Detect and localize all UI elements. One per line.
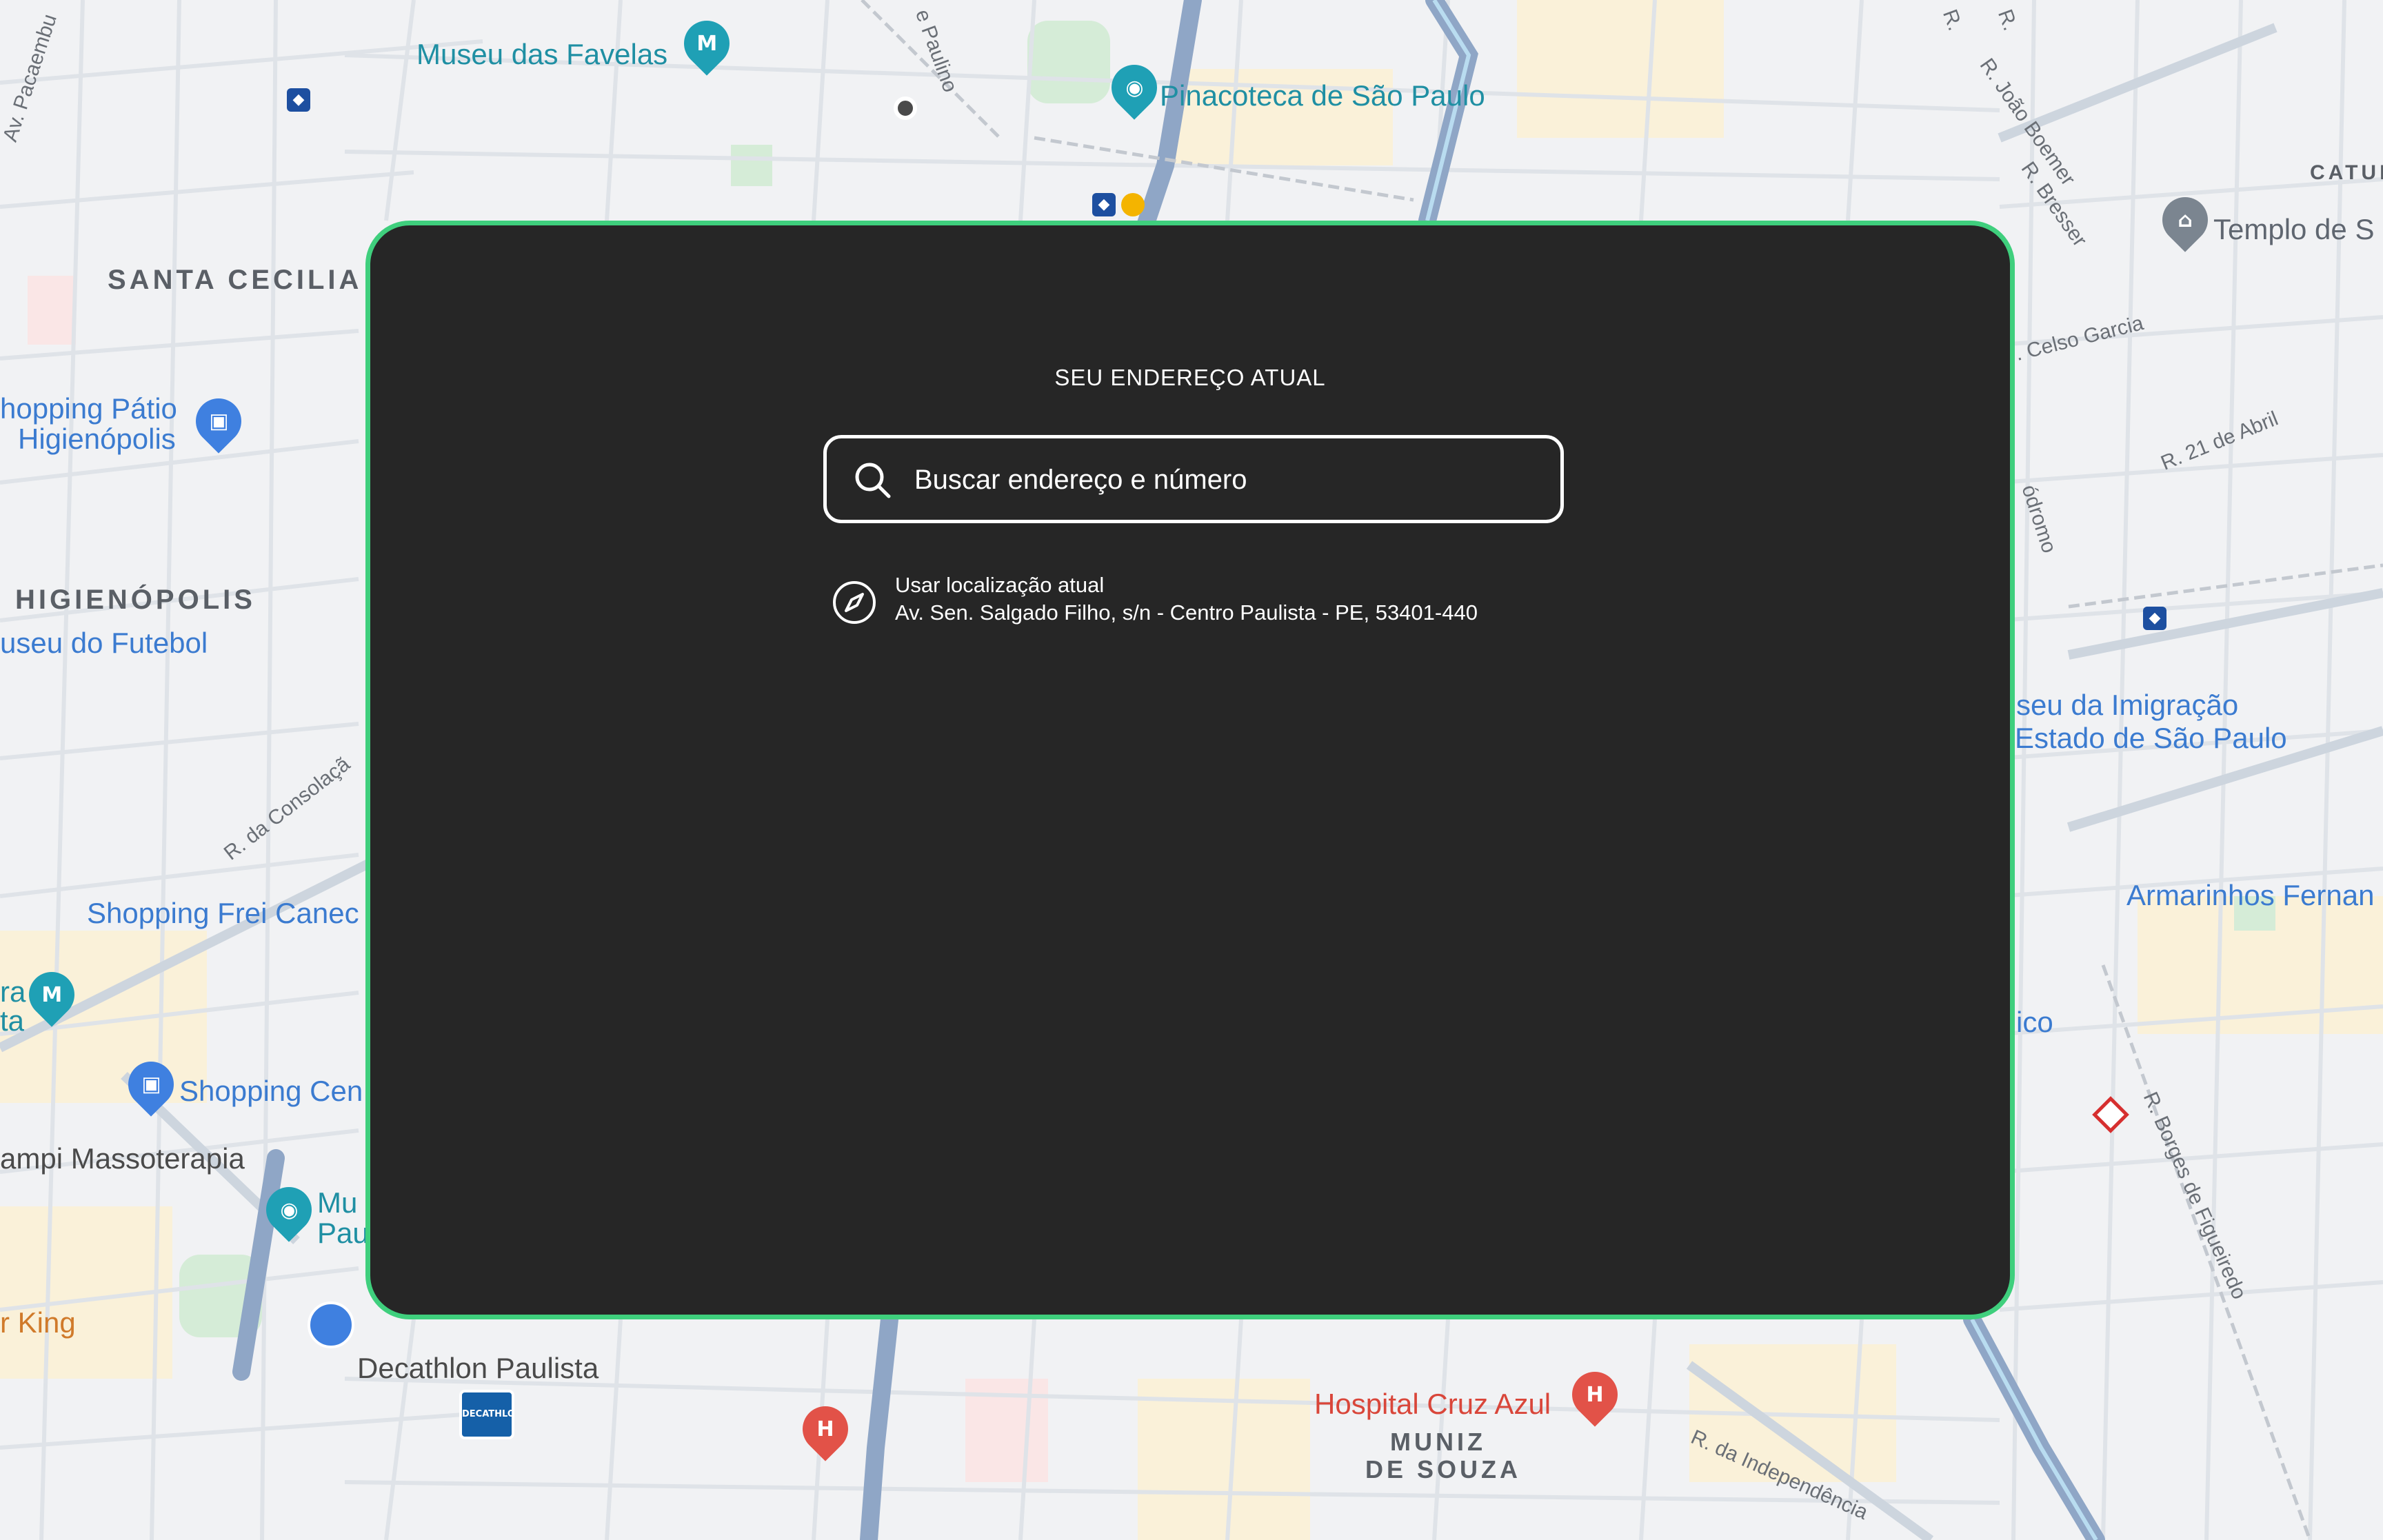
decathlon-logo-icon[interactable]: DECATHLON <box>459 1390 514 1439</box>
map-label-massoterapia[interactable]: ampi Massoterapia <box>0 1144 245 1173</box>
search-box[interactable] <box>823 435 1564 523</box>
search-icon <box>855 463 891 498</box>
map-label-muniz-2: DE SOUZA <box>1365 1455 1522 1483</box>
metro-station-icon[interactable]: ◆ <box>2143 607 2166 630</box>
map-label-museu-imigracao[interactable]: seu da Imigração <box>2016 691 2238 720</box>
panel-title: SEU ENDEREÇO ATUAL <box>1054 365 1326 390</box>
current-location-address: Av. Sen. Salgado Filho, s/n - Centro Pau… <box>895 600 1478 625</box>
map-label-museu-imigracao-2[interactable]: Estado de São Paulo <box>2015 724 2287 753</box>
map-label-muniz: MUNIZ <box>1390 1428 1486 1456</box>
map-label-ico: ico <box>2016 1006 2053 1038</box>
map-label-catun: CATUN <box>2310 161 2383 184</box>
shopping-bag-icon[interactable] <box>308 1301 354 1348</box>
map-label-museu-favelas[interactable]: Museu das Favelas <box>416 40 667 69</box>
map-label-shopping-patio[interactable]: hopping Pátio <box>0 394 177 423</box>
map-label-pinacoteca[interactable]: Pinacoteca de São Paulo <box>1160 81 1485 110</box>
address-search-input[interactable] <box>913 438 1536 521</box>
map-label-hospital-cruz-azul[interactable]: Hospital Cruz Azul <box>1314 1390 1551 1419</box>
map-label-shopping-frei-caneca[interactable]: Shopping Frei Canec <box>87 899 359 928</box>
map-label-museu-futebol[interactable]: useu do Futebol <box>0 629 208 658</box>
address-panel: SEU ENDEREÇO ATUAL Usar localização atua… <box>365 221 2015 1319</box>
metro-station-icon[interactable]: ◆ <box>1092 193 1116 216</box>
map-label-pau: Pau <box>317 1217 369 1249</box>
map-label-higienopolis: HIGIENÓPOLIS <box>15 585 256 615</box>
map-label-armarinhos[interactable]: Armarinhos Fernan <box>2126 881 2374 910</box>
map-label-mu: Mu <box>317 1186 358 1219</box>
map-label-santa-cecilia: SANTA CECILIA <box>108 265 363 295</box>
map-label-decathlon[interactable]: Decathlon Paulista <box>357 1354 599 1383</box>
metro-station-icon[interactable]: ◆ <box>287 88 310 112</box>
map-label-ra: ra <box>0 975 26 1008</box>
compass-icon <box>833 581 876 624</box>
current-location-title: Usar localização atual <box>895 573 1105 597</box>
map-label-shopping-cen[interactable]: Shopping Cen <box>179 1077 363 1106</box>
map-label-shopping-patio-2[interactable]: Higienópolis <box>18 425 176 454</box>
map-label-ta: ta <box>0 1004 25 1037</box>
place-dot-icon[interactable] <box>894 97 917 120</box>
train-station-icon[interactable] <box>1121 193 1145 216</box>
use-current-location-option[interactable]: Usar localização atual Av. Sen. Salgado … <box>832 566 1590 635</box>
map-label-burger-king[interactable]: r King <box>0 1308 76 1337</box>
map-label-templo[interactable]: Templo de S <box>2213 215 2374 244</box>
